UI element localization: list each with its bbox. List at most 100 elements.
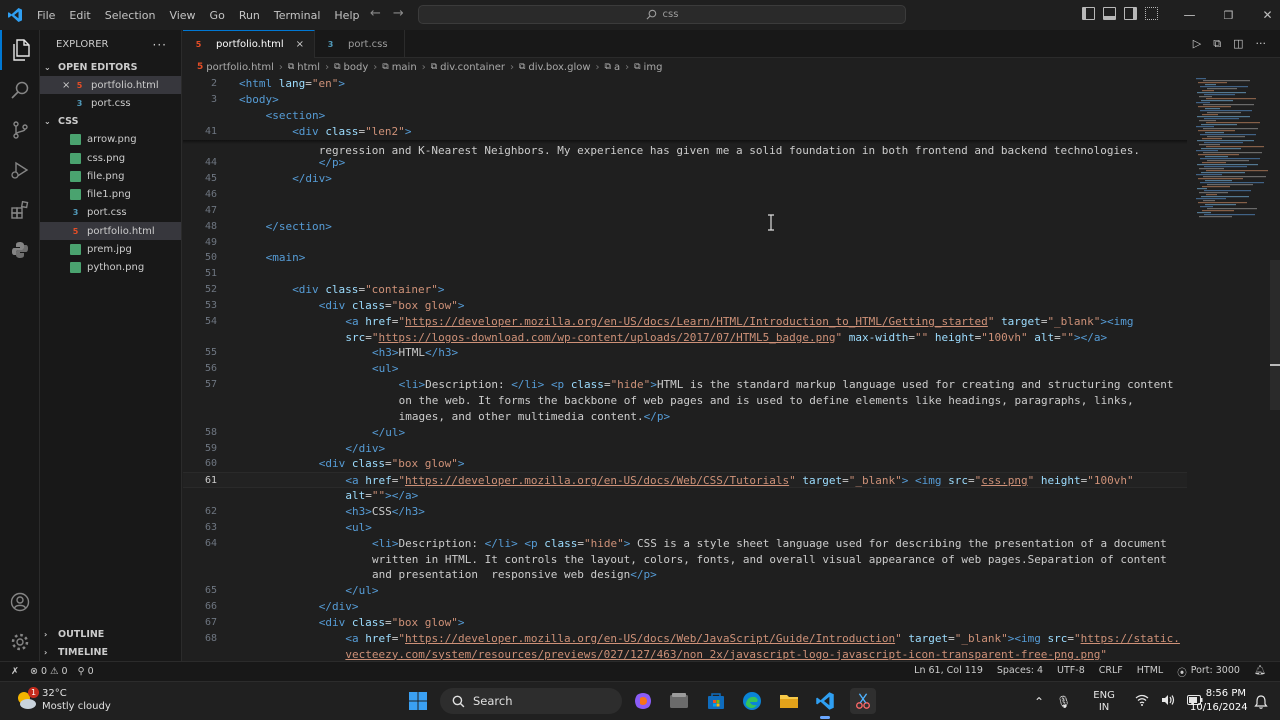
menu-file[interactable]: File [30,0,62,30]
close-window-icon[interactable]: ✕ [1248,8,1280,22]
edge-browser-icon[interactable] [741,690,763,712]
snipping-tool-icon[interactable] [850,688,876,714]
breadcrumb-item[interactable]: a [614,62,620,73]
breadcrumb-item[interactable]: portfolio.html [206,62,274,73]
task-view-icon[interactable] [668,690,690,712]
breadcrumb-item[interactable]: body [344,62,369,73]
open-editor-label: portfolio.html [91,79,159,91]
toggle-panel-icon[interactable] [1103,7,1116,20]
remote-icon[interactable]: ✗ [0,666,30,677]
tab-portfolio-html[interactable]: 5 portfolio.html × [183,30,315,58]
menu-selection[interactable]: Selection [98,0,163,30]
breadcrumb-item[interactable]: div.box.glow [528,62,590,73]
account-icon[interactable] [0,582,40,622]
microsoft-store-icon[interactable] [705,690,727,712]
line-number: 47 [204,204,217,216]
code-text: <a href="https://developer.mozilla.org/e… [345,474,1134,488]
file-explorer-icon[interactable] [778,690,800,712]
menu-run[interactable]: Run [232,0,267,30]
run-debug-icon[interactable] [0,150,40,190]
chevron-up-icon[interactable]: ⌃ [1034,695,1044,709]
close-editor-icon[interactable]: × [62,80,74,91]
start-windows-icon[interactable] [407,690,429,712]
search-view-icon[interactable] [0,70,40,110]
code-text: src="https://logos-download.com/wp-conte… [345,330,1108,344]
problems-indicator[interactable]: ⊗ 0 ⚠ 0 [30,666,68,677]
toggle-primary-sidebar-icon[interactable] [1082,7,1095,20]
python-icon[interactable] [0,230,40,270]
live-server[interactable]: ⦿ Port: 3000 [1177,665,1240,679]
menu-terminal[interactable]: Terminal [267,0,328,30]
more-actions-icon[interactable]: ··· [1256,37,1267,51]
restore-icon[interactable]: ❐ [1209,9,1248,22]
image-file-icon [70,244,81,256]
element-icon: ⧉ [430,62,438,72]
open-editor-item[interactable]: × 5 portfolio.html [40,76,181,95]
minimap[interactable] [1193,76,1271,226]
outline-header[interactable]: › OUTLINE [40,625,104,643]
file-item[interactable]: 5 portfolio.html [40,222,181,241]
tab-label: port.css [347,38,388,50]
extensions-icon[interactable] [0,190,40,230]
split-editor-icon[interactable]: ◫ [1233,37,1243,51]
vertical-scrollbar[interactable] [1270,260,1280,410]
file-item[interactable]: 3 port.css [40,204,181,222]
customize-layout-icon[interactable] [1145,7,1158,20]
wifi-icon[interactable] [1135,694,1149,709]
menu-edit[interactable]: Edit [62,0,97,30]
breadcrumb-item[interactable]: html [297,62,320,73]
language-indicator[interactable]: ENG IN [1093,690,1115,714]
open-editors-list: × 5 portfolio.html 3 port.css [40,76,181,113]
notifications-bell-icon[interactable]: 🔔︎ [1254,665,1266,679]
back-arrow-icon[interactable]: ← [370,6,381,21]
open-editors-header[interactable]: ⌄ OPEN EDITORS [40,58,181,76]
breadcrumb-item[interactable]: main [392,62,417,73]
indentation[interactable]: Spaces: 4 [997,665,1043,679]
clock[interactable]: 8:56 PM 10/16/2024 [1190,687,1248,715]
file-item[interactable]: prem.jpg [40,240,181,258]
breadcrumb: 5 portfolio.html › ⧉ html › ⧉ body › ⧉ main › ⧉ div.c… [183,58,1280,76]
timeline-header[interactable]: › TIMELINE [40,643,108,661]
encoding[interactable]: UTF-8 [1057,665,1085,679]
explorer-icon[interactable] [0,30,40,70]
file-item[interactable]: file1.png [40,185,181,203]
file-item[interactable]: python.png [40,259,181,277]
code-editor[interactable]: 2 <html lang="en"> 3 <body> <section> 41 <div … [183,76,1193,660]
notification-center-icon[interactable] [1250,691,1272,713]
weather-widget[interactable]: 1 32°C Mostly cloudy [14,687,111,713]
more-actions-icon[interactable]: ··· [153,38,167,52]
code-text: </div> [292,172,332,186]
breadcrumb-item[interactable]: div.container [440,62,505,73]
open-changes-icon[interactable]: ⧉ [1213,37,1221,51]
run-icon[interactable]: ▷ [1193,37,1201,51]
forward-arrow-icon[interactable]: → [393,6,404,21]
volume-icon[interactable] [1161,694,1175,709]
command-center-search[interactable]: css [418,5,906,24]
code-line: 61 <a href="https://developer.mozilla.org… [183,472,1187,489]
open-editor-item[interactable]: 3 port.css [40,94,181,112]
language-mode[interactable]: HTML [1137,665,1163,679]
folder-header-css[interactable]: ⌄ CSS [40,113,181,131]
end-of-line[interactable]: CRLF [1099,665,1123,679]
taskbar-search[interactable]: Search [440,688,622,714]
file-label: python.png [87,262,145,274]
file-item[interactable]: css.png [40,149,181,167]
copilot-icon[interactable] [632,690,654,712]
menu-go[interactable]: Go [203,0,232,30]
layout-controls [1082,7,1158,20]
file-item[interactable]: file.png [40,167,181,185]
file-item[interactable]: arrow.png [40,131,181,149]
ports-indicator[interactable]: ⚲ 0 [78,666,94,677]
vscode-taskbar-icon[interactable] [814,690,836,719]
manage-gear-icon[interactable] [0,622,40,662]
menu-view[interactable]: View [162,0,202,30]
close-tab-icon[interactable]: × [296,39,304,50]
menu-help[interactable]: Help [327,0,366,30]
breadcrumb-item[interactable]: img [644,62,663,73]
minimize-icon[interactable]: — [1170,8,1209,22]
toggle-secondary-sidebar-icon[interactable] [1124,7,1137,20]
tab-port-css[interactable]: 3 port.css [315,30,405,58]
source-control-icon[interactable] [0,110,40,150]
cursor-position[interactable]: Ln 61, Col 119 [914,665,983,679]
microphone-icon[interactable]: 🎙︎ [1056,695,1071,709]
